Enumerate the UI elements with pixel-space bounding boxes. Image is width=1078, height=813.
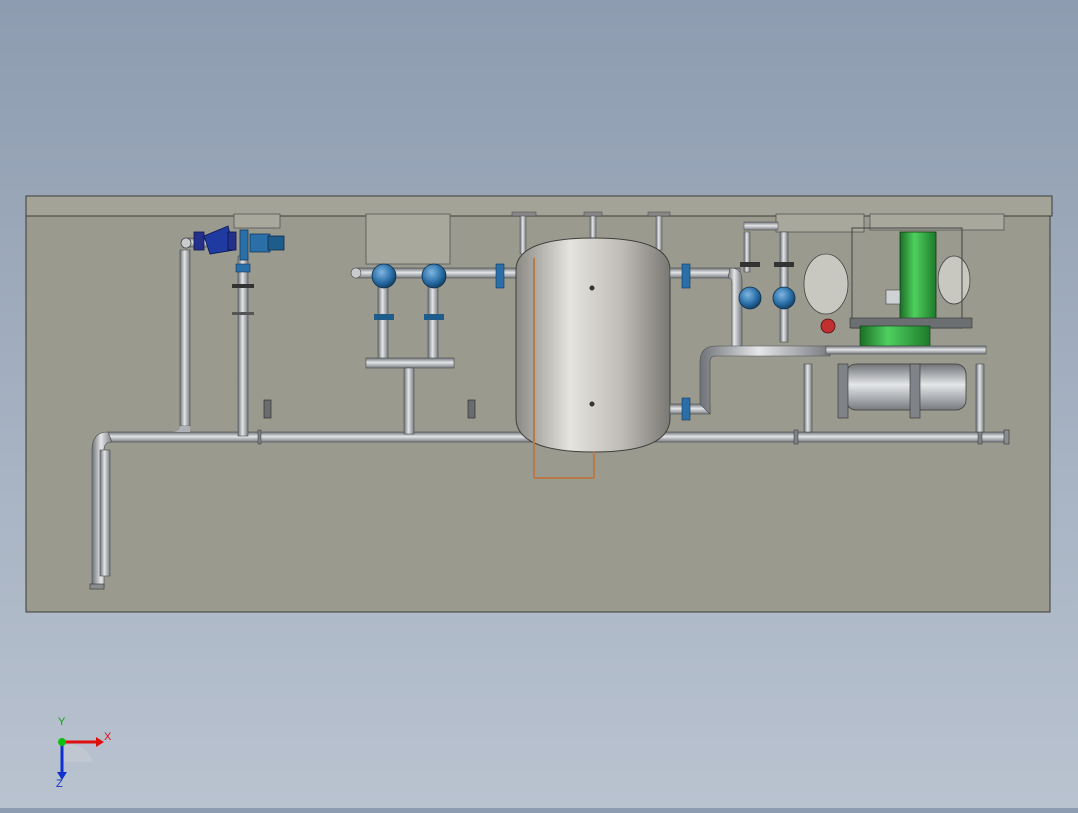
assembly-drawing <box>25 195 1053 613</box>
z-axis-label: Z <box>56 778 63 790</box>
coordinate-triad: X Y Z <box>50 716 120 798</box>
y-axis-dot <box>58 738 66 746</box>
storage-tank <box>511 211 671 479</box>
cad-viewport[interactable]: X Y Z <box>0 0 1078 808</box>
x-axis-label: X <box>104 731 112 743</box>
y-axis-label: Y <box>58 716 66 728</box>
